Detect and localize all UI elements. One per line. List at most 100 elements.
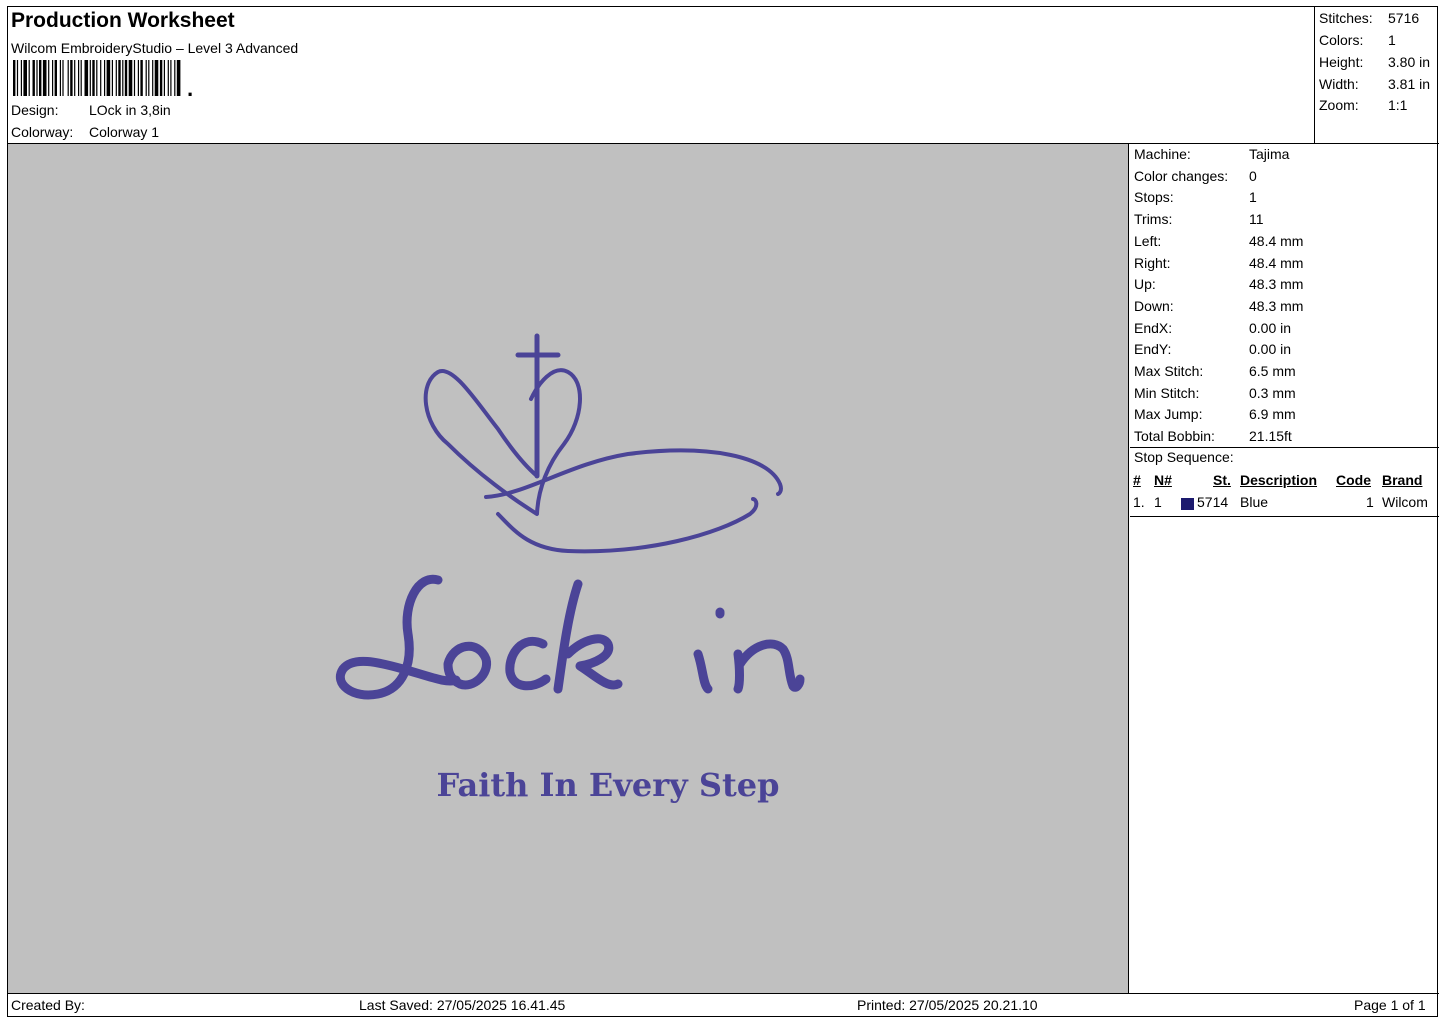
design-label: Design: bbox=[11, 102, 59, 118]
info-label: Right: bbox=[1134, 254, 1171, 271]
row-description: Blue bbox=[1240, 494, 1269, 510]
info-value: 0 bbox=[1249, 167, 1257, 184]
info-label: Left: bbox=[1134, 232, 1162, 249]
info-row: EndY: 0.00 in bbox=[1134, 339, 1291, 361]
info-row: Stops: 1 bbox=[1134, 187, 1257, 209]
stat-height: Height: 3.80 in bbox=[1319, 51, 1430, 73]
colorway-label: Colorway: bbox=[11, 124, 74, 140]
design-value: LOck in 3,8in bbox=[89, 102, 171, 118]
info-row: Down: 48.3 mm bbox=[1134, 296, 1303, 318]
stat-width: Width: 3.81 in bbox=[1319, 73, 1430, 95]
lock-in-letter-k bbox=[553, 579, 623, 694]
info-value: 11 bbox=[1249, 211, 1264, 228]
info-value: 1 bbox=[1249, 189, 1257, 206]
svg-text:,: , bbox=[187, 76, 193, 96]
info-label: Min Stitch: bbox=[1134, 384, 1200, 401]
software-name: Wilcom EmbroideryStudio – Level 3 Advanc… bbox=[11, 40, 299, 56]
info-row: Color changes: 0 bbox=[1134, 166, 1257, 188]
color-swatch bbox=[1181, 498, 1194, 510]
tagline-text: Faith In Every Step bbox=[437, 766, 780, 804]
design-row: Design: LOck in 3,8in bbox=[11, 102, 171, 118]
info-label: Down: bbox=[1134, 297, 1174, 314]
info-value: 0.00 in bbox=[1249, 341, 1292, 358]
col-code: Code bbox=[1336, 472, 1371, 488]
stat-value: 3.81 in bbox=[1388, 76, 1431, 92]
info-row: EndX: 0.00 in bbox=[1134, 318, 1291, 340]
design-preview[interactable]: Faith In Every Step bbox=[8, 144, 1129, 993]
lock-in-letter-c bbox=[505, 636, 551, 691]
machine-info-panel: Machine: Tajima Color changes: 0 Stops: 1 Trim… bbox=[1130, 144, 1439, 993]
created-by: Created By: bbox=[11, 997, 85, 1013]
col-stitches: St. bbox=[1213, 472, 1231, 488]
cross-icon bbox=[515, 333, 561, 479]
production-worksheet: Production Worksheet Wilcom EmbroiderySt… bbox=[7, 6, 1439, 1018]
info-row: Up: 48.3 mm bbox=[1134, 274, 1303, 296]
info-label: Color changes: bbox=[1134, 167, 1229, 184]
info-row: Trims: 11 bbox=[1134, 209, 1264, 231]
info-row: Machine: Tajima bbox=[1134, 144, 1289, 166]
info-row: Left: 48.4 mm bbox=[1134, 231, 1303, 253]
info-label: Stops: bbox=[1134, 189, 1174, 206]
info-value: 0.3 mm bbox=[1249, 384, 1296, 401]
col-description: Description bbox=[1240, 472, 1318, 488]
col-needle: N# bbox=[1154, 472, 1172, 488]
info-value: 0.00 in bbox=[1249, 319, 1292, 336]
stat-value: 1:1 bbox=[1388, 97, 1408, 113]
page-number: Page 1 of 1 bbox=[1354, 997, 1426, 1013]
stat-label: Colors: bbox=[1319, 32, 1364, 48]
printed-date: Printed: 27/05/2025 20.21.10 bbox=[857, 997, 1038, 1013]
last-saved: Last Saved: 27/05/2025 16.41.45 bbox=[359, 997, 566, 1013]
info-row: Total Bobbin: 21.15ft bbox=[1134, 426, 1292, 448]
embroidery-design: Faith In Every Step bbox=[336, 333, 805, 804]
stat-zoom: Zoom: 1:1 bbox=[1319, 94, 1407, 116]
info-row: Right: 48.4 mm bbox=[1134, 253, 1303, 275]
row-needle: 1 bbox=[1154, 494, 1162, 510]
stat-label: Height: bbox=[1319, 54, 1364, 70]
info-value: 48.4 mm bbox=[1249, 232, 1304, 249]
info-value: 48.3 mm bbox=[1249, 297, 1304, 314]
info-value: 48.3 mm bbox=[1249, 276, 1304, 293]
info-label: Max Stitch: bbox=[1134, 363, 1204, 379]
stop-sequence-title: Stop Sequence: bbox=[1134, 449, 1234, 465]
lock-in-letter-L bbox=[336, 574, 461, 700]
info-row: Max Stitch: 6.5 mm bbox=[1134, 361, 1296, 383]
section-divider bbox=[1130, 447, 1439, 448]
col-num: # bbox=[1133, 472, 1141, 488]
info-label: Max Jump: bbox=[1134, 406, 1203, 423]
info-label: EndY: bbox=[1134, 341, 1172, 358]
row-num: 1. bbox=[1133, 494, 1145, 510]
row-code: 1 bbox=[1366, 494, 1374, 510]
stat-label: Zoom: bbox=[1319, 97, 1359, 113]
lock-in-letter-i bbox=[693, 607, 725, 694]
colorway-value: Colorway 1 bbox=[89, 124, 160, 140]
page-title: Production Worksheet bbox=[11, 9, 235, 32]
colorway-row: Colorway: Colorway 1 bbox=[11, 124, 159, 140]
info-value: 6.9 mm bbox=[1249, 406, 1296, 423]
row-brand: Wilcom bbox=[1382, 494, 1428, 510]
info-value: Tajima bbox=[1249, 146, 1290, 162]
row-stitches: 5714 bbox=[1197, 494, 1229, 510]
swoosh-upper bbox=[484, 448, 783, 499]
lock-in-letter-o bbox=[443, 641, 492, 690]
design-stats: Stitches: 5716 Colors: 1 Height: 3.80 in Wi… bbox=[1314, 7, 1439, 143]
lock-in-letter-n bbox=[733, 639, 805, 694]
stat-value: 3.80 in bbox=[1388, 54, 1431, 70]
info-label: Total Bobbin: bbox=[1134, 428, 1215, 445]
stat-colors: Colors: 1 bbox=[1319, 29, 1396, 51]
info-value: 48.4 mm bbox=[1249, 254, 1304, 271]
worksheet-footer: Created By: Last Saved: 27/05/2025 16.41… bbox=[8, 993, 1439, 1018]
info-label: EndX: bbox=[1134, 319, 1173, 336]
info-label: Up: bbox=[1134, 276, 1156, 293]
col-brand: Brand bbox=[1382, 472, 1423, 488]
info-value: 6.5 mm bbox=[1249, 363, 1296, 379]
barcode: , bbox=[13, 60, 193, 96]
info-label: Trims: bbox=[1134, 211, 1173, 228]
worksheet-header: Production Worksheet Wilcom EmbroiderySt… bbox=[8, 7, 1314, 143]
info-label: Machine: bbox=[1134, 146, 1191, 162]
stat-label: Stitches: bbox=[1319, 10, 1373, 26]
info-value: 21.15ft bbox=[1249, 428, 1292, 445]
stat-value: 1 bbox=[1388, 32, 1396, 48]
stat-value: 5716 bbox=[1388, 10, 1420, 26]
section-divider bbox=[1130, 516, 1439, 517]
info-row: Min Stitch: 0.3 mm bbox=[1134, 383, 1296, 405]
